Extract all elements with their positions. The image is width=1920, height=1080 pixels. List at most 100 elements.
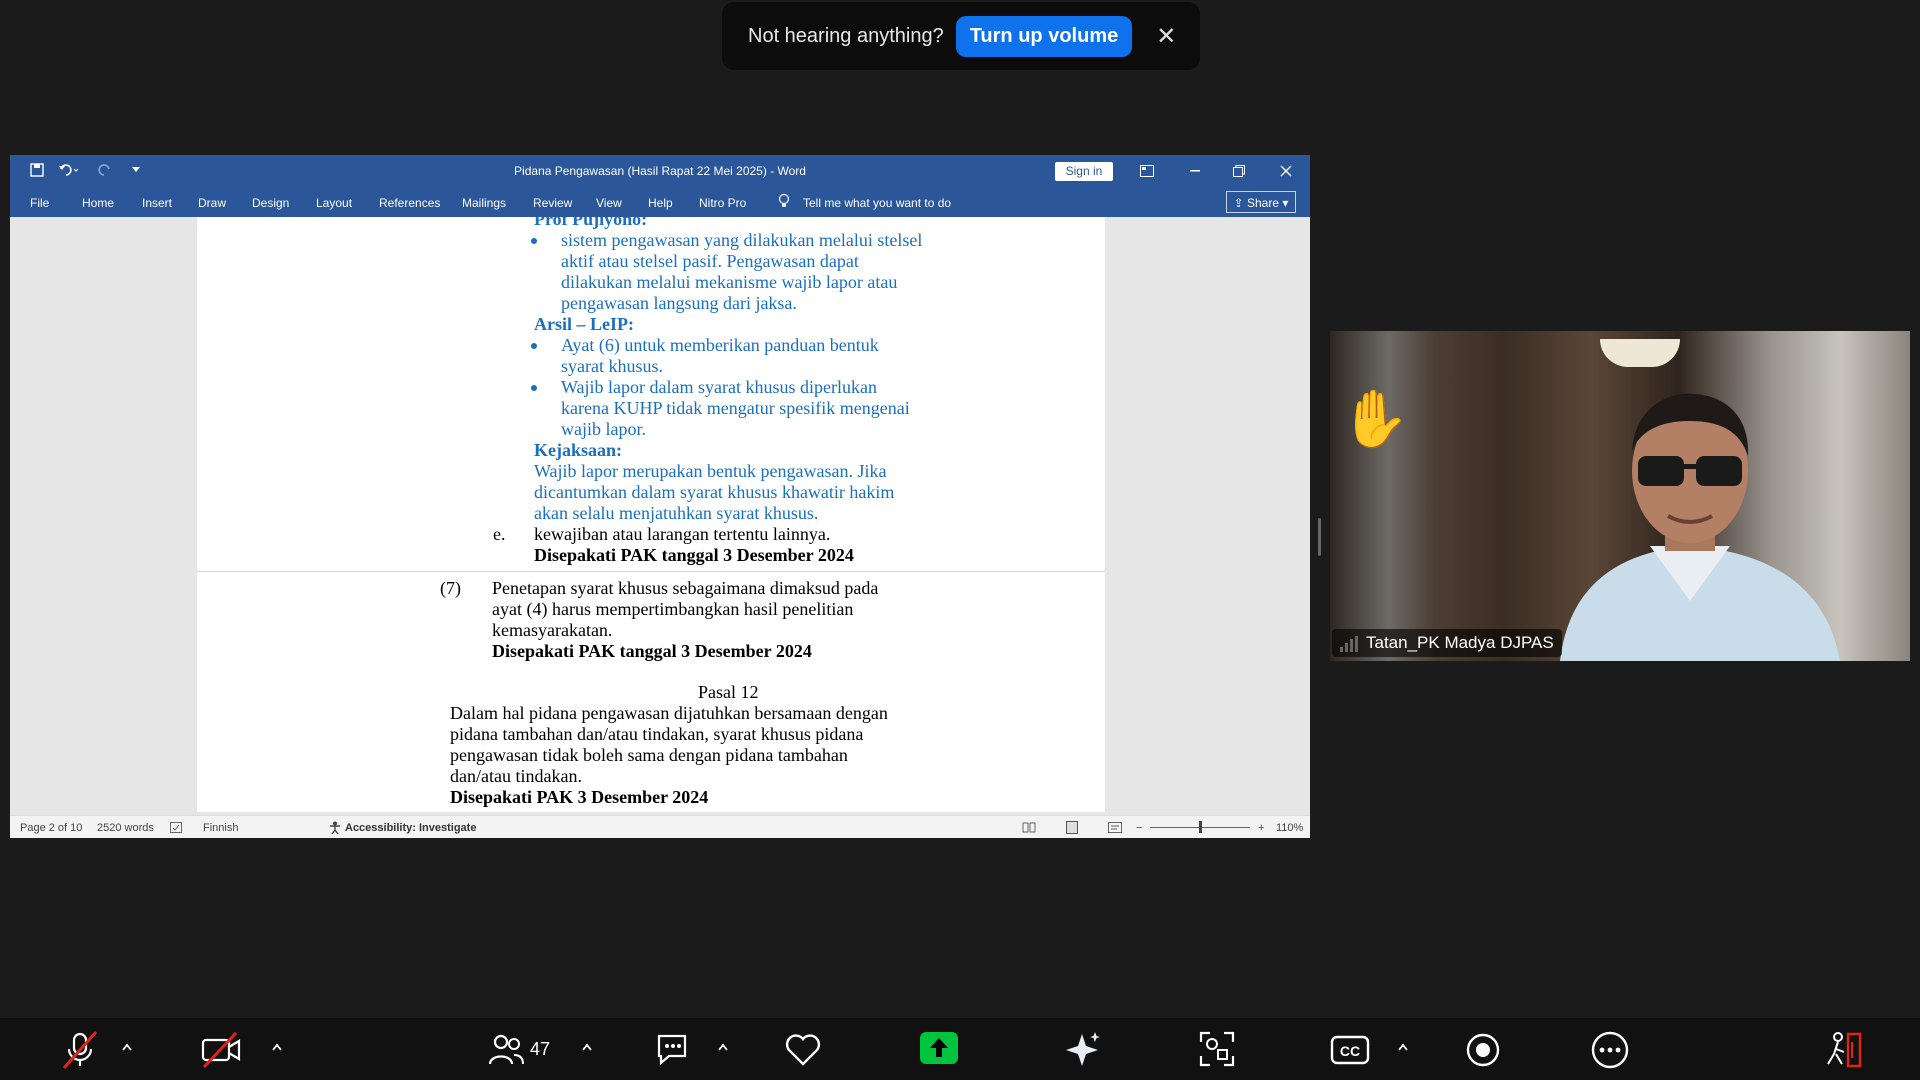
tab-review[interactable]: Review — [533, 196, 572, 210]
doc-line: pidana tambahan dan/atau tindakan, syara… — [450, 724, 864, 744]
doc-line: Penetapan syarat khusus sebagaimana dima… — [492, 578, 879, 598]
title-bar: Pidana Pengawasan (Hasil Rapat 22 Mei 20… — [10, 155, 1310, 187]
chevron-up-icon[interactable] — [582, 1042, 592, 1052]
doc-line: akan selalu menjatuhkan syarat khusus. — [534, 503, 819, 523]
participant-person — [1560, 393, 1840, 661]
doc-line: Ayat (6) untuk memberikan panduan bentuk — [561, 335, 879, 355]
share-icon: ⇪ — [1233, 196, 1247, 210]
doc-line: Kejaksaan: — [534, 440, 623, 460]
doc-line: karena KUHP tidak mengatur spesifik meng… — [561, 398, 910, 418]
doc-heading: Pasal 12 — [698, 682, 759, 702]
status-bar: Page 2 of 10 2520 words Finnish Accessib… — [10, 815, 1310, 838]
reactions-heart-icon[interactable] — [783, 1030, 823, 1070]
doc-line: dan/atau tindakan. — [450, 766, 582, 786]
doc-line: syarat khusus. — [561, 356, 663, 376]
sign-in-button[interactable]: Sign in — [1055, 162, 1113, 181]
document-title: Pidana Pengawasan (Hasil Rapat 22 Mei 20… — [514, 164, 806, 178]
tab-nitro-pro[interactable]: Nitro Pro — [699, 196, 746, 210]
share-screen-icon[interactable] — [920, 1030, 958, 1068]
chevron-up-icon[interactable] — [1398, 1042, 1408, 1052]
ai-companion-icon[interactable] — [1064, 1030, 1102, 1070]
meeting-toolbar: 47 CC — [0, 1018, 1920, 1080]
participants-count[interactable]: 47 — [530, 1039, 550, 1060]
close-icon[interactable]: ✕ — [1156, 22, 1176, 51]
page-count[interactable]: Page 2 of 10 — [20, 822, 82, 834]
lightbulb-icon — [778, 193, 790, 207]
tab-file[interactable]: File — [30, 196, 49, 210]
doc-line: kemasyarakatan. — [492, 620, 613, 640]
doc-line: dicantumkan dalam syarat khusus khawatir… — [534, 482, 895, 502]
mute-microphone-icon[interactable] — [60, 1030, 100, 1070]
doc-line: sistem pengawasan yang dilakukan melalui… — [561, 230, 923, 250]
chevron-up-icon[interactable] — [122, 1042, 132, 1052]
doc-line: pengawasan tidak boleh sama dengan pidan… — [450, 745, 848, 765]
ribbon-tabs: File Home Insert Draw Design Layout Refe… — [10, 187, 1310, 217]
restore-icon[interactable] — [1233, 165, 1245, 177]
more-options-icon[interactable] — [1590, 1030, 1630, 1070]
tab-mailings[interactable]: Mailings — [462, 196, 506, 210]
page-break — [197, 571, 1105, 572]
minimize-icon[interactable] — [1190, 170, 1200, 172]
panel-resize-handle[interactable] — [1318, 518, 1321, 556]
participant-name: Tatan_PK Madya DJPAS — [1332, 629, 1562, 657]
doc-line: ayat (4) harus mempertimbangkan hasil pe… — [492, 599, 854, 619]
accessibility-status[interactable]: Accessibility: Investigate — [345, 822, 476, 834]
print-layout-icon[interactable] — [1065, 821, 1079, 834]
tab-insert[interactable]: Insert — [142, 196, 172, 210]
tab-home[interactable]: Home — [82, 196, 114, 210]
tab-view[interactable]: View — [596, 196, 622, 210]
zoom-out-button[interactable]: − — [1136, 822, 1142, 834]
bullet-icon — [531, 343, 537, 349]
doc-line: dilakukan melalui mekanisme wajib lapor … — [561, 272, 898, 292]
audio-notification: Not hearing anything? Turn up volume ✕ — [722, 2, 1200, 70]
proofing-icon[interactable] — [170, 822, 182, 833]
tell-me-search[interactable]: Tell me what you want to do — [803, 196, 951, 210]
doc-line: wajib lapor. — [561, 419, 646, 439]
doc-line: Wajib lapor merupakan bentuk pengawasan.… — [534, 461, 887, 481]
chevron-up-icon[interactable] — [718, 1042, 728, 1052]
chat-icon[interactable] — [655, 1030, 693, 1070]
doc-line: pengawasan langsung dari jaksa. — [561, 293, 797, 313]
accessibility-icon[interactable] — [328, 821, 342, 834]
zoom-level[interactable]: 110% — [1276, 822, 1303, 834]
list-marker: (7) — [440, 578, 461, 598]
closed-captions-icon[interactable]: CC — [1330, 1030, 1370, 1070]
doc-line: Arsil – LeIP: — [534, 314, 634, 334]
tab-draw[interactable]: Draw — [198, 196, 226, 210]
doc-line: aktif atau stelsel pasif. Pengawasan dap… — [561, 251, 859, 271]
notification-message: Not hearing anything? — [748, 24, 944, 47]
participant-video[interactable]: ✋ Tatan_PK Madya DJPAS — [1330, 331, 1910, 661]
word-count[interactable]: 2520 words — [97, 822, 154, 834]
participants-icon[interactable] — [488, 1030, 524, 1070]
doc-line: Disepakati PAK tanggal 3 Desember 2024 — [492, 641, 812, 661]
document-page[interactable]: Prof Pujiyono: sistem pengawasan yang di… — [197, 217, 1105, 812]
list-marker: e. — [493, 524, 506, 544]
bullet-icon — [531, 385, 537, 391]
doc-line: Disepakati PAK 3 Desember 2024 — [450, 787, 709, 807]
close-window-icon[interactable] — [1280, 165, 1292, 177]
apps-icon[interactable] — [1198, 1030, 1236, 1070]
zoom-slider-thumb[interactable] — [1199, 821, 1202, 833]
zoom-in-button[interactable]: + — [1258, 822, 1264, 834]
tab-layout[interactable]: Layout — [316, 196, 352, 210]
stop-video-icon[interactable] — [200, 1030, 242, 1070]
doc-line: Disepakati PAK tanggal 3 Desember 2024 — [534, 545, 854, 565]
turn-up-volume-button[interactable]: Turn up volume — [955, 15, 1133, 57]
chevron-up-icon[interactable] — [272, 1042, 282, 1052]
web-layout-icon[interactable] — [1108, 822, 1122, 833]
tab-help[interactable]: Help — [648, 196, 673, 210]
bullet-icon — [531, 238, 537, 244]
language[interactable]: Finnish — [203, 822, 238, 834]
tab-design[interactable]: Design — [252, 196, 289, 210]
word-window: Pidana Pengawasan (Hasil Rapat 22 Mei 20… — [10, 155, 1310, 838]
share-button[interactable]: ⇪ Share ▾ — [1226, 191, 1296, 213]
doc-line: Prof Pujiyono: — [534, 217, 648, 229]
doc-line: kewajiban atau larangan tertentu lainnya… — [534, 524, 831, 544]
record-icon[interactable] — [1464, 1030, 1502, 1070]
doc-line: Wajib lapor dalam syarat khusus diperluk… — [561, 377, 877, 397]
leave-meeting-icon[interactable] — [1824, 1030, 1864, 1070]
ribbon-display-options-icon[interactable] — [1140, 165, 1154, 177]
tab-references[interactable]: References — [379, 196, 440, 210]
svg-text:CC: CC — [1340, 1043, 1360, 1059]
read-mode-icon[interactable] — [1022, 822, 1036, 833]
